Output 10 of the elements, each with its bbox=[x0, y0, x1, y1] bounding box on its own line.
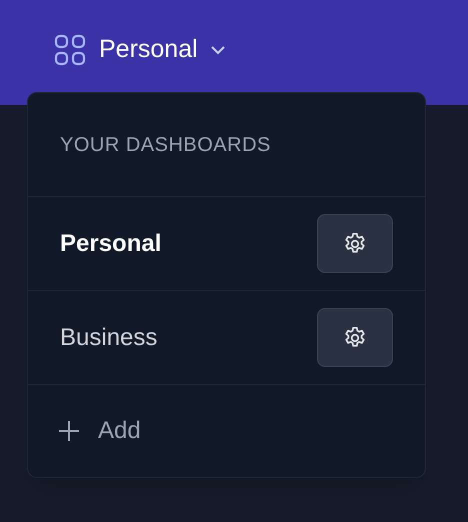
menu-heading: YOUR DASHBOARDS bbox=[60, 132, 271, 158]
plus-icon bbox=[58, 420, 80, 442]
dashboard-item[interactable]: Business bbox=[60, 320, 158, 356]
grid-icon bbox=[54, 34, 86, 66]
settings-button[interactable] bbox=[317, 214, 393, 274]
dashboard-item[interactable]: Personal bbox=[60, 226, 162, 262]
settings-button[interactable] bbox=[317, 308, 393, 368]
add-button[interactable]: Add bbox=[28, 385, 425, 477]
chevron-down-icon bbox=[210, 44, 226, 55]
dashboard-switcher[interactable]: Personal bbox=[54, 31, 226, 68]
